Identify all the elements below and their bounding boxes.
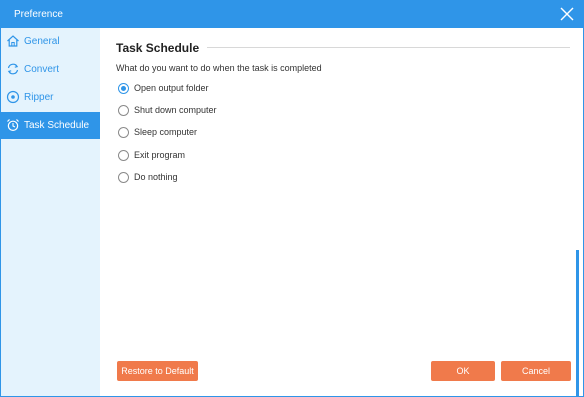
sidebar: General Convert Ripper Task Schedule [1, 28, 100, 396]
sidebar-item-label: General [24, 36, 60, 47]
radio-label: Open output folder [134, 83, 209, 93]
sidebar-item-label: Ripper [24, 92, 54, 103]
radio-label: Exit program [134, 150, 186, 160]
radio-button[interactable] [118, 150, 129, 161]
ok-button[interactable]: OK [431, 361, 495, 381]
title-bar: Preference [1, 1, 583, 28]
alarm-clock-icon [6, 118, 20, 132]
section-title: Task Schedule [116, 41, 200, 55]
disc-icon [6, 90, 20, 104]
radio-label: Do nothing [134, 172, 178, 182]
sidebar-item-ripper[interactable]: Ripper [1, 84, 100, 111]
sidebar-item-label: Convert [24, 64, 60, 75]
sidebar-item-label: Task Schedule [24, 120, 90, 131]
radio-button[interactable] [118, 105, 129, 116]
radio-button[interactable] [118, 172, 129, 183]
sidebar-item-task-schedule[interactable]: Task Schedule [1, 112, 100, 139]
settings-panel: Task Schedule What do you want to do whe… [100, 28, 583, 396]
close-icon[interactable] [560, 7, 574, 21]
scrollbar[interactable] [576, 250, 579, 396]
cancel-button[interactable]: Cancel [501, 361, 571, 381]
sidebar-item-general[interactable]: General [1, 28, 100, 55]
restore-default-button[interactable]: Restore to Default [117, 361, 198, 381]
radio-button[interactable] [118, 83, 129, 94]
radio-label: Shut down computer [134, 105, 217, 115]
section-divider [207, 47, 570, 48]
window-title: Preference [14, 9, 63, 20]
preference-window: Preference General Convert Ripper Task S… [0, 0, 584, 397]
radio-button[interactable] [118, 127, 129, 138]
home-icon [6, 34, 20, 48]
refresh-icon [6, 62, 20, 76]
task-question: What do you want to do when the task is … [116, 63, 322, 73]
radio-label: Sleep computer [134, 127, 198, 137]
sidebar-item-convert[interactable]: Convert [1, 56, 100, 83]
